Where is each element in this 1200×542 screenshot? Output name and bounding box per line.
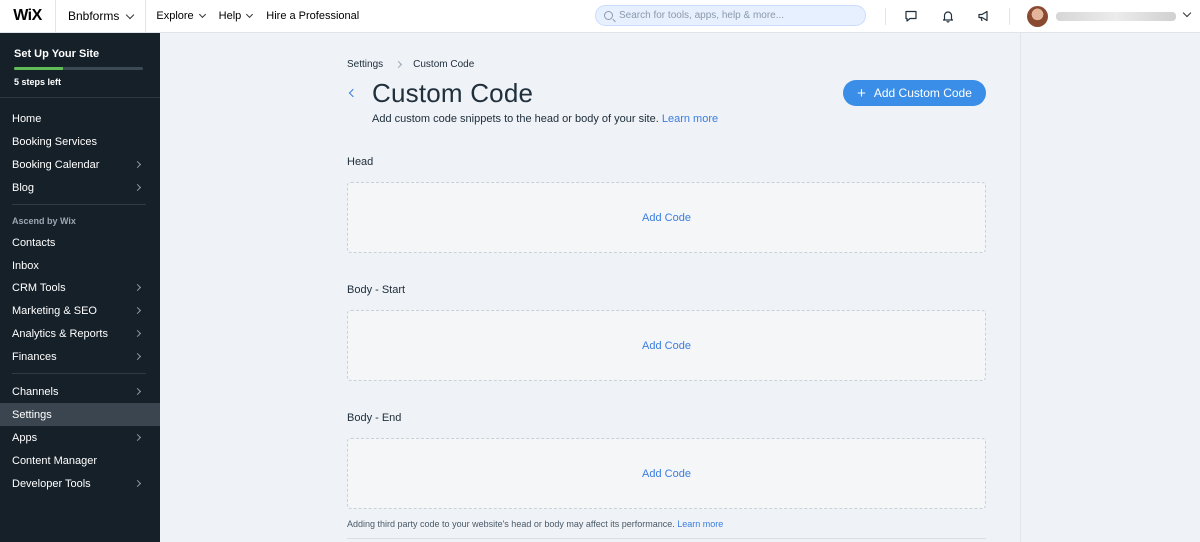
body-end-code-dropzone[interactable]: Add Code: [347, 438, 986, 509]
sidebar-item-label: Settings: [12, 408, 52, 421]
sidebar-item-label: Inbox: [12, 259, 39, 272]
chevron-right-icon: [133, 160, 142, 169]
nav-hire-professional[interactable]: Hire a Professional: [266, 10, 359, 22]
back-arrow-icon[interactable]: [348, 88, 358, 98]
sidebar-item-finances[interactable]: Finances: [0, 345, 160, 368]
section-label-body-end: Body - End: [347, 412, 402, 424]
chevron-down-icon: [126, 10, 135, 19]
setup-steps-left: 5 steps left: [14, 77, 62, 87]
chevron-right-icon: [133, 479, 142, 488]
site-selector[interactable]: Bnbforms: [56, 0, 147, 33]
add-code-link[interactable]: Add Code: [642, 468, 691, 480]
sidebar-item-booking-calendar[interactable]: Booking Calendar: [0, 153, 160, 176]
sidebar-item-label: Finances: [12, 350, 57, 363]
sidebar-item-label: Home: [12, 112, 42, 125]
chevron-right-icon: [133, 352, 142, 361]
sidebar-item-developer-tools[interactable]: Developer Tools: [0, 472, 160, 495]
sidebar-item-label: Developer Tools: [12, 477, 91, 490]
sidebar-item-label: Marketing & SEO: [12, 304, 97, 317]
sidebar-item-label: Content Manager: [12, 454, 97, 467]
sidebar: Set Up Your Site 5 steps left Home Booki…: [0, 33, 160, 542]
add-custom-code-button[interactable]: + Add Custom Code: [843, 80, 986, 106]
setup-progress-bar: [14, 67, 143, 70]
add-code-link[interactable]: Add Code: [642, 212, 691, 224]
chevron-down-icon: [198, 10, 206, 19]
breadcrumb-current: Custom Code: [413, 59, 475, 70]
breadcrumb-settings[interactable]: Settings: [347, 59, 383, 70]
top-bar: WiX Bnbforms Explore Help Hire a Profess…: [0, 0, 1200, 33]
sidebar-item-blog[interactable]: Blog: [0, 176, 160, 199]
sidebar-item-label: Apps: [12, 431, 38, 444]
subtitle-text: Add custom code snippets to the head or …: [372, 113, 659, 125]
sidebar-item-analytics-reports[interactable]: Analytics & Reports: [0, 322, 160, 345]
nav-explore-label: Explore: [156, 10, 194, 22]
divider: [885, 8, 886, 25]
chevron-right-icon: [395, 60, 403, 69]
footnote-learn-more-link[interactable]: Learn more: [677, 519, 723, 529]
nav-hire-label: Hire a Professional: [266, 10, 360, 22]
sidebar-item-channels[interactable]: Channels: [0, 380, 160, 403]
site-name: Bnbforms: [68, 9, 120, 23]
chevron-down-icon[interactable]: [1182, 8, 1192, 18]
sidebar-item-label: Booking Calendar: [12, 158, 100, 171]
sidebar-item-label: CRM Tools: [12, 281, 66, 294]
nav-explore[interactable]: Explore: [156, 10, 206, 22]
sidebar-item-contacts[interactable]: Contacts: [0, 231, 160, 254]
section-label-head: Head: [347, 156, 374, 168]
sidebar-item-marketing-seo[interactable]: Marketing & SEO: [0, 299, 160, 322]
nav-help[interactable]: Help: [218, 10, 254, 22]
body-start-code-dropzone[interactable]: Add Code: [347, 310, 986, 381]
sidebar-item-booking-services[interactable]: Booking Services: [0, 130, 160, 153]
wix-logo[interactable]: WiX: [0, 0, 56, 33]
nav-help-label: Help: [218, 10, 242, 22]
setup-progress-fill: [14, 67, 64, 70]
add-custom-code-label: Add Custom Code: [873, 86, 972, 100]
sidebar-divider: [12, 204, 146, 205]
page-title: Custom Code: [372, 78, 534, 108]
sidebar-item-home[interactable]: Home: [0, 107, 160, 130]
chat-icon[interactable]: [903, 8, 919, 24]
bell-icon[interactable]: [940, 8, 956, 24]
sidebar-item-label: Booking Services: [12, 135, 97, 148]
chevron-right-icon: [133, 433, 142, 442]
chevron-right-icon: [133, 283, 142, 292]
divider: [347, 538, 986, 539]
add-code-link[interactable]: Add Code: [642, 340, 691, 352]
head-code-dropzone[interactable]: Add Code: [347, 182, 986, 253]
sidebar-item-settings[interactable]: Settings: [0, 403, 160, 426]
setup-widget[interactable]: Set Up Your Site 5 steps left: [0, 33, 160, 98]
sidebar-item-content-manager[interactable]: Content Manager: [0, 449, 160, 472]
search-input[interactable]: [619, 10, 849, 21]
learn-more-link[interactable]: Learn more: [662, 113, 718, 125]
sidebar-item-label: Analytics & Reports: [12, 327, 108, 340]
search-icon: [604, 11, 613, 20]
chevron-right-icon: [133, 329, 142, 338]
sidebar-item-inbox[interactable]: Inbox: [0, 254, 160, 277]
sidebar-item-label: Contacts: [12, 236, 56, 249]
megaphone-icon[interactable]: [976, 8, 992, 24]
top-nav: Explore Help Hire a Professional: [146, 0, 373, 33]
chevron-right-icon: [133, 183, 142, 192]
section-label-body-start: Body - Start: [347, 284, 406, 296]
setup-title: Set Up Your Site: [14, 48, 100, 60]
chevron-right-icon: [133, 306, 142, 315]
divider: [1009, 8, 1010, 25]
sidebar-item-label: Channels: [12, 385, 59, 398]
chevron-right-icon: [133, 387, 142, 396]
performance-footnote: Adding third party code to your website'…: [347, 519, 723, 529]
sidebar-divider: [12, 373, 146, 374]
account-name-blurred: [1056, 12, 1176, 21]
sidebar-item-crm-tools[interactable]: CRM Tools: [0, 276, 160, 299]
breadcrumb: Settings Custom Code: [347, 59, 474, 70]
sidebar-item-label: Blog: [12, 181, 35, 194]
page-subtitle: Add custom code snippets to the head or …: [372, 113, 718, 125]
avatar[interactable]: [1027, 6, 1048, 27]
sidebar-item-apps[interactable]: Apps: [0, 426, 160, 449]
content-edge: [1020, 33, 1021, 542]
footnote-text: Adding third party code to your website'…: [347, 519, 675, 529]
search-bar[interactable]: [595, 5, 866, 26]
chevron-down-icon: [246, 10, 254, 19]
plus-icon: +: [857, 84, 866, 102]
sidebar-section-label: Ascend by Wix: [12, 216, 76, 226]
